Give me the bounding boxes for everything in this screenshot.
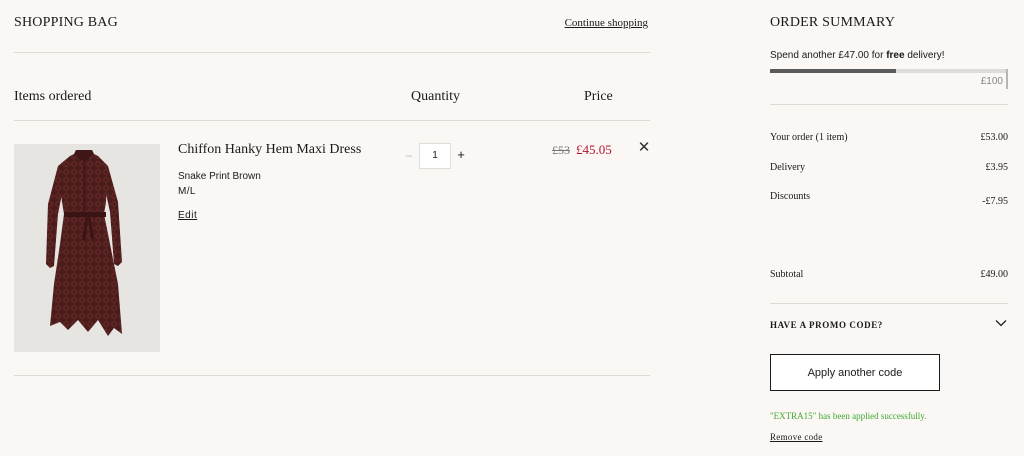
summary-row-value: £53.00 bbox=[980, 132, 1009, 143]
divider bbox=[14, 375, 650, 376]
quantity-decrease-button[interactable]: – bbox=[402, 146, 416, 164]
promo-success-message: "EXTRA15" has been applied successfully. bbox=[770, 411, 927, 421]
delivery-threshold-label: £100 bbox=[980, 76, 1003, 87]
delivery-message-prefix: Spend another £47.00 for bbox=[770, 50, 887, 61]
summary-row-value: £3.95 bbox=[985, 162, 1009, 173]
progress-threshold-marker bbox=[1006, 69, 1008, 89]
quantity-input[interactable]: 1 bbox=[419, 143, 451, 169]
dress-image[interactable] bbox=[14, 144, 160, 352]
product-name[interactable]: Chiffon Hanky Hem Maxi Dress bbox=[178, 142, 361, 158]
summary-row-label: Your order (1 item) bbox=[770, 132, 848, 143]
divider bbox=[14, 120, 650, 121]
delivery-progress-fill bbox=[770, 69, 897, 73]
original-price: £53 bbox=[552, 143, 570, 157]
continue-shopping-link[interactable]: Continue shopping bbox=[565, 17, 648, 29]
apply-another-code-button[interactable]: Apply another code bbox=[770, 354, 940, 391]
subtotal-value: £49.00 bbox=[980, 269, 1009, 280]
summary-row-label: Delivery bbox=[770, 162, 805, 173]
chevron-down-icon[interactable] bbox=[994, 316, 1008, 330]
divider bbox=[770, 104, 1008, 105]
summary-row-value: -£7.95 bbox=[982, 196, 1008, 207]
remove-code-link[interactable]: Remove code bbox=[770, 432, 823, 442]
edit-item-link[interactable]: Edit bbox=[178, 210, 197, 221]
sale-price: £45.05 bbox=[576, 142, 612, 157]
delivery-message-suffix: delivery! bbox=[904, 50, 945, 61]
quantity-increase-button[interactable]: + bbox=[454, 146, 468, 164]
free-delivery-message: Spend another £47.00 for free delivery! bbox=[770, 50, 945, 61]
subtotal-label: Subtotal bbox=[770, 269, 804, 280]
divider bbox=[770, 303, 1008, 304]
quantity-header: Quantity bbox=[411, 89, 460, 104]
divider bbox=[14, 52, 650, 53]
price-header: Price bbox=[584, 89, 613, 104]
promo-code-toggle[interactable]: HAVE A PROMO CODE? bbox=[770, 320, 883, 330]
delivery-message-bold: free bbox=[886, 50, 905, 61]
order-summary-panel: ORDER SUMMARY Spend another £47.00 for f… bbox=[770, 0, 1008, 456]
shopping-bag-panel: SHOPPING BAG Continue shopping Items ord… bbox=[14, 0, 650, 456]
items-ordered-header: Items ordered bbox=[14, 89, 92, 104]
summary-row-label: Discounts bbox=[770, 191, 810, 202]
order-summary-title: ORDER SUMMARY bbox=[770, 15, 896, 30]
remove-item-icon[interactable]: ✕ bbox=[637, 140, 651, 156]
product-size: M/L bbox=[178, 186, 196, 197]
delivery-progress-bar bbox=[770, 69, 1008, 73]
product-variant: Snake Print Brown bbox=[178, 171, 261, 182]
shopping-bag-title: SHOPPING BAG bbox=[14, 15, 118, 30]
